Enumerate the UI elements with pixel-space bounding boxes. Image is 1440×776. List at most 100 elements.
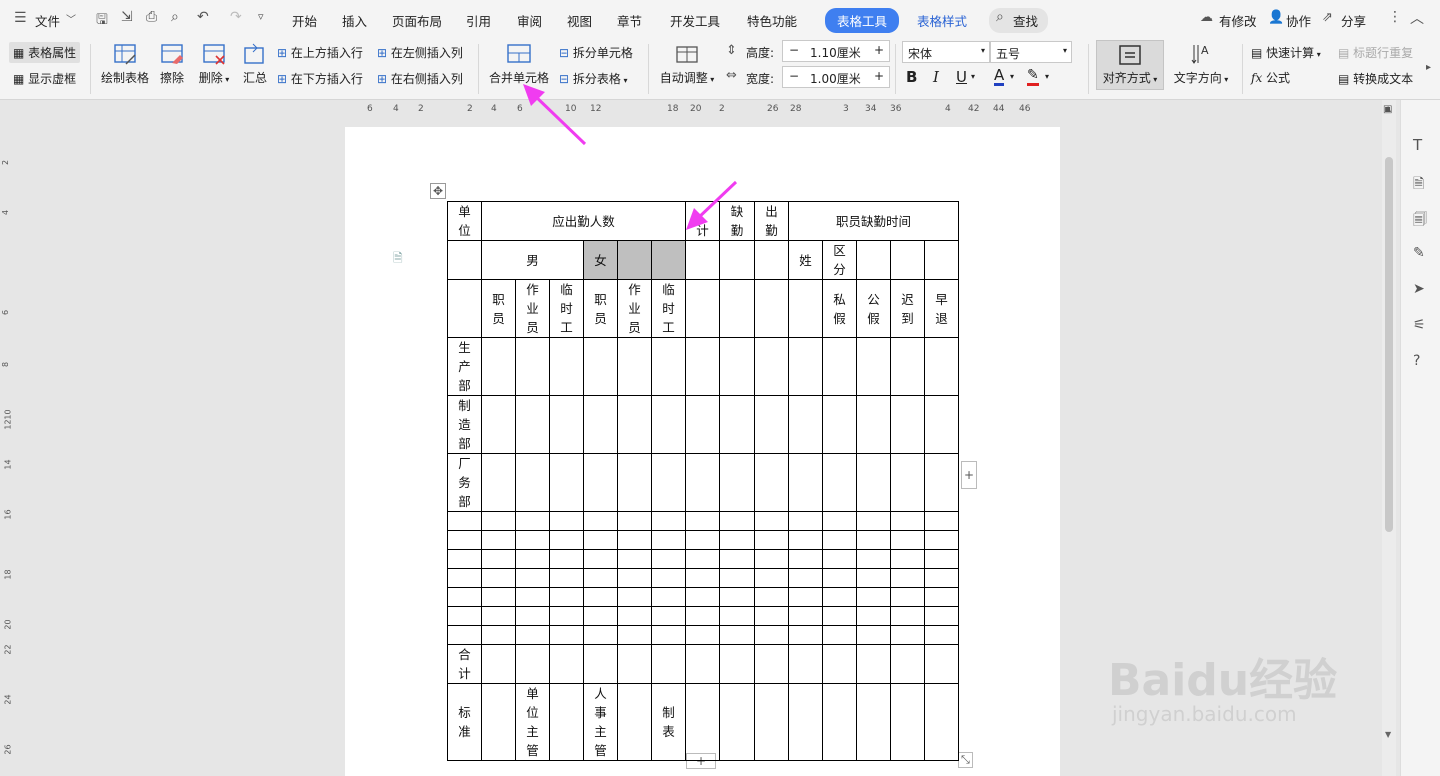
chevron-down-icon[interactable]: ﹀ — [66, 11, 76, 26]
table-cell[interactable] — [447, 568, 482, 588]
table-cell[interactable] — [788, 587, 823, 607]
file-menu[interactable]: 文件 — [35, 11, 60, 30]
table-cell[interactable]: 制表 — [651, 683, 686, 761]
table-cell[interactable] — [788, 337, 823, 396]
table-cell[interactable] — [583, 530, 618, 550]
width-value[interactable]: 1.00厘米 — [810, 70, 861, 87]
table-cell[interactable] — [719, 625, 755, 645]
table-cell[interactable] — [481, 606, 516, 626]
draw-table-button[interactable]: 绘制表格 — [99, 42, 151, 86]
table-cell[interactable] — [447, 625, 482, 645]
table-cell[interactable] — [822, 549, 857, 569]
italic-button[interactable]: I — [933, 68, 939, 86]
horizontal-ruler[interactable]: 6 4 2 2 4 6 10 12 18 20 2 26 28 3 34 36 … — [345, 100, 1060, 120]
help-icon[interactable]: ? — [1413, 353, 1420, 369]
table-cell[interactable] — [447, 240, 482, 280]
table-cell[interactable] — [754, 453, 789, 512]
title-repeat-button[interactable]: ▤ 标题行重复 — [1338, 44, 1413, 61]
tab-insert[interactable]: 插入 — [342, 11, 367, 30]
table-cell[interactable] — [583, 644, 618, 684]
plus-icon[interactable]: + — [874, 43, 884, 57]
table-cell[interactable] — [719, 644, 755, 684]
move-table-icon[interactable]: ✥ — [430, 183, 447, 199]
table-cell[interactable] — [583, 606, 618, 626]
table-cell[interactable] — [890, 587, 925, 607]
collapse-icon[interactable]: ︿ — [1410, 8, 1424, 28]
table-cell[interactable] — [447, 587, 482, 607]
share-button[interactable]: 分享 — [1341, 11, 1366, 30]
table-cell[interactable] — [754, 587, 789, 607]
table-cell[interactable] — [924, 568, 959, 588]
table-cell[interactable] — [822, 395, 857, 454]
table-cell[interactable] — [856, 240, 891, 280]
table-cell[interactable] — [924, 625, 959, 645]
width-field[interactable]: − 1.00厘米 + — [782, 66, 890, 88]
table-cell[interactable] — [890, 568, 925, 588]
table-cell[interactable] — [856, 683, 891, 761]
doc-settings-icon[interactable]: 🗐 — [1413, 209, 1427, 233]
table-cell[interactable]: 人事主管 — [583, 683, 618, 761]
table-cell[interactable] — [856, 511, 891, 531]
to-text-button[interactable]: ▤ 转换成文本 — [1338, 70, 1413, 87]
table-cell[interactable] — [651, 395, 686, 454]
undo-icon[interactable]: ↶ — [197, 9, 209, 25]
ribbon-scroll-icon[interactable]: ▸ — [1426, 62, 1431, 73]
table-cell[interactable] — [822, 530, 857, 550]
table-cell[interactable] — [549, 683, 584, 761]
table-cell[interactable] — [924, 644, 959, 684]
table-cell[interactable] — [856, 587, 891, 607]
table-cell[interactable] — [481, 587, 516, 607]
table-cell[interactable] — [754, 625, 789, 645]
table-cell[interactable] — [583, 625, 618, 645]
table-cell[interactable] — [822, 511, 857, 531]
table-cell[interactable] — [719, 395, 755, 454]
table-props-button[interactable]: ▦ 表格属性 — [9, 42, 81, 63]
table-cell[interactable] — [549, 530, 584, 550]
table-cell[interactable] — [617, 530, 652, 550]
table-cell[interactable] — [447, 279, 482, 338]
table-cell[interactable] — [617, 511, 652, 531]
table-cell[interactable] — [481, 530, 516, 550]
table-cell[interactable] — [719, 568, 755, 588]
table-cell[interactable] — [583, 395, 618, 454]
selected-cell[interactable] — [651, 240, 686, 280]
table-cell[interactable] — [515, 644, 550, 684]
table-cell[interactable]: 应出勤人数 — [481, 201, 686, 241]
highlight-icon[interactable]: ✎ — [1027, 67, 1039, 86]
table-cell[interactable] — [822, 683, 857, 761]
table-cell[interactable] — [481, 511, 516, 531]
table-cell[interactable] — [754, 530, 789, 550]
table-cell[interactable] — [822, 453, 857, 512]
table-cell[interactable] — [890, 511, 925, 531]
table-cell[interactable] — [685, 625, 720, 645]
table-cell[interactable]: 单位主管 — [515, 683, 550, 761]
document-icon[interactable]: 🗎 — [1413, 173, 1424, 197]
tab-special[interactable]: 特色功能 — [747, 11, 797, 30]
table-cell[interactable]: 职员缺勤时间 — [788, 201, 959, 241]
table-cell[interactable]: 生产部 — [447, 337, 482, 396]
table-cell[interactable] — [890, 606, 925, 626]
table-cell[interactable]: 合计 — [447, 644, 482, 684]
underline-button[interactable]: U — [956, 68, 967, 86]
table-cell[interactable] — [549, 453, 584, 512]
table-cell[interactable] — [890, 625, 925, 645]
table-cell[interactable] — [719, 549, 755, 569]
split-cells-button[interactable]: ⊟ 拆分单元格 — [559, 44, 633, 61]
delete-button[interactable]: 删除 ▾ — [194, 42, 234, 86]
formula-button[interactable]: fx 公式 — [1251, 69, 1290, 86]
table-cell[interactable] — [685, 568, 720, 588]
table-cell[interactable] — [788, 625, 823, 645]
table-cell[interactable] — [549, 395, 584, 454]
minus-icon[interactable]: − — [789, 43, 799, 57]
table-cell[interactable] — [890, 453, 925, 512]
table-cell[interactable] — [617, 549, 652, 569]
table-cell[interactable] — [651, 337, 686, 396]
table-cell[interactable] — [924, 549, 959, 569]
table-cell[interactable] — [617, 337, 652, 396]
changes-status[interactable]: 有修改 — [1219, 11, 1257, 30]
more-vert-icon[interactable]: ⋮ — [1388, 9, 1402, 25]
text-direction-button[interactable]: A 文字方向 ▾ — [1171, 42, 1231, 86]
table-cell[interactable]: 男 — [481, 240, 584, 280]
table-cell[interactable] — [549, 644, 584, 684]
table-cell[interactable] — [822, 337, 857, 396]
